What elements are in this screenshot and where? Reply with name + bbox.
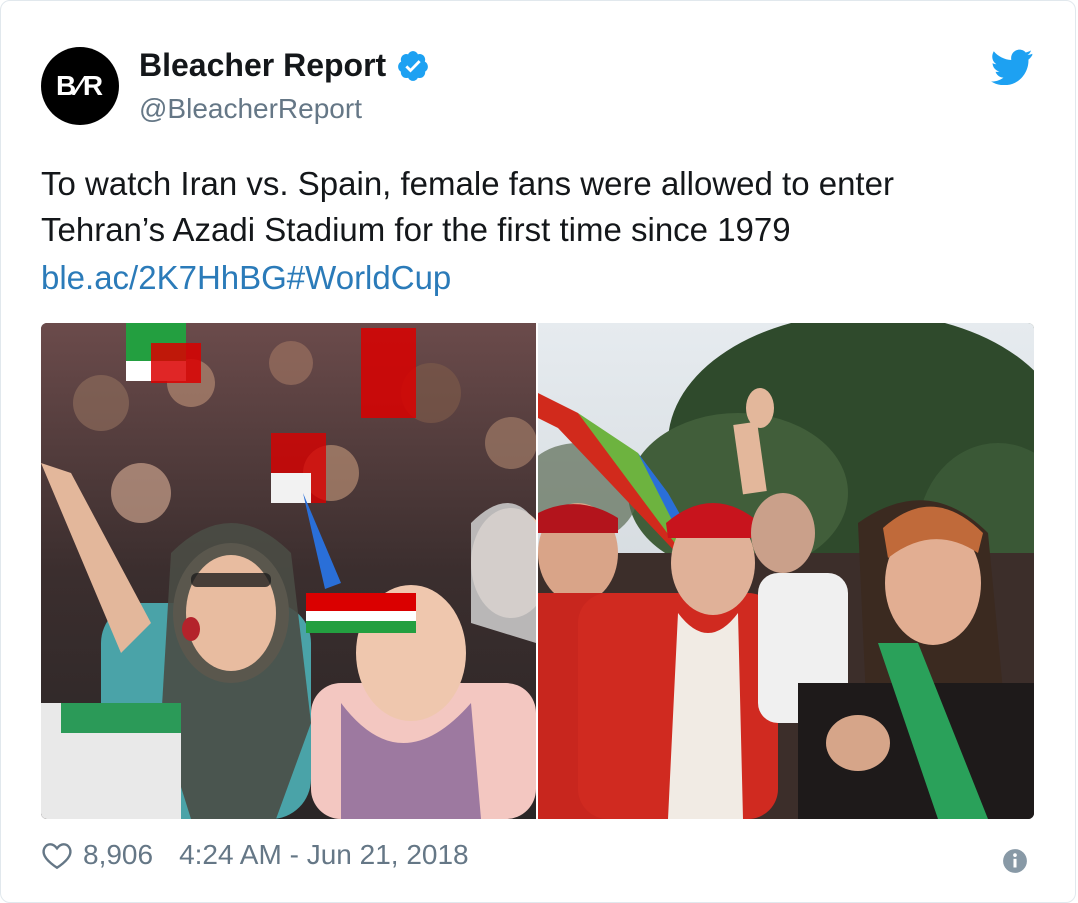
timestamp[interactable]: 4:24 AM - Jun 21, 2018: [179, 839, 469, 871]
info-icon[interactable]: [1002, 848, 1028, 874]
avatar-text: B⁄R: [55, 70, 105, 101]
twitter-bird-icon[interactable]: [991, 49, 1033, 85]
heart-icon[interactable]: [41, 840, 73, 870]
tweet-media[interactable]: [41, 323, 1034, 819]
avatar[interactable]: B⁄R: [41, 47, 119, 125]
photo-right-image: [538, 323, 1034, 819]
tweet-card: B⁄R Bleacher Report @BleacherReport To w…: [0, 0, 1076, 903]
like-count[interactable]: 8,906: [83, 839, 153, 871]
display-name[interactable]: Bleacher Report: [139, 47, 386, 84]
tweet-text: To watch Iran vs. Spain, female fans wer…: [41, 165, 894, 248]
author-name-row: Bleacher Report: [139, 47, 430, 84]
verified-badge-icon: [398, 50, 429, 81]
tweet-link[interactable]: ble.ac/2K7HhBG#WorldCup: [41, 255, 451, 301]
photo-left-image: [41, 323, 536, 819]
author-handle[interactable]: @BleacherReport: [139, 93, 362, 125]
tweet-footer: 8,906 4:24 AM - Jun 21, 2018: [41, 839, 469, 871]
photo-left[interactable]: [41, 323, 536, 819]
photo-right[interactable]: [538, 323, 1034, 819]
